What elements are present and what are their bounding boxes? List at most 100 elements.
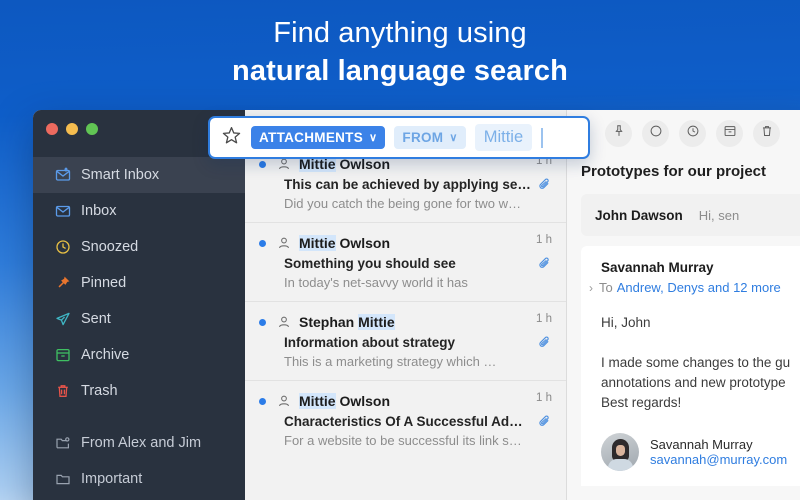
sender-highlight: Mittie bbox=[358, 314, 395, 330]
email-subject: Something you should see bbox=[284, 256, 456, 271]
email-snippet: Did you catch the being gone for two w… bbox=[284, 196, 522, 211]
clock-icon bbox=[55, 239, 81, 255]
pin-icon bbox=[612, 124, 626, 143]
search-token-label: ATTACHMENTS bbox=[259, 130, 364, 145]
snooze-clock-icon bbox=[686, 124, 700, 143]
chevron-down-icon[interactable]: ∨ bbox=[369, 131, 377, 144]
sidebar-folder-label: From Alex and Jim bbox=[81, 435, 202, 451]
timestamp: 1 h bbox=[536, 392, 552, 404]
send-icon bbox=[55, 311, 81, 327]
archive-icon bbox=[55, 347, 81, 363]
folder-search-icon bbox=[55, 435, 81, 451]
sidebar-item-label: Sent bbox=[81, 311, 111, 327]
sender-name: Stephan Mittie bbox=[299, 314, 395, 330]
attachment-icon bbox=[538, 335, 552, 354]
open-message: Savannah Murray › To Andrew, Denys and 1… bbox=[581, 246, 800, 486]
sidebar: Smart Inbox Inbox Snoozed Pinned Sent Ar… bbox=[33, 110, 245, 500]
message-sender: Savannah Murray bbox=[601, 260, 714, 275]
list-item[interactable]: Mittie Owlson 1 h Something you should s… bbox=[245, 223, 566, 302]
minimize-button[interactable] bbox=[66, 123, 78, 135]
chevron-right-icon[interactable]: › bbox=[589, 281, 593, 295]
sidebar-item-trash[interactable]: Trash bbox=[33, 373, 245, 409]
text-caret bbox=[541, 127, 543, 148]
attachment-icon bbox=[538, 256, 552, 275]
promo-headline: Find anything using natural language sea… bbox=[0, 14, 800, 90]
sidebar-item-label: Trash bbox=[81, 383, 118, 399]
sidebar-item-snoozed[interactable]: Snoozed bbox=[33, 229, 245, 265]
sidebar-item-label: Smart Inbox bbox=[81, 167, 160, 183]
sidebar-folder-label: Important bbox=[81, 471, 143, 487]
message-body-line: annotations and new prototype bbox=[601, 375, 786, 390]
sender-rest: Owlson bbox=[335, 235, 391, 251]
sidebar-item-label: Snoozed bbox=[81, 239, 139, 255]
trash-icon bbox=[760, 124, 774, 143]
unread-dot bbox=[259, 239, 266, 247]
trash-icon bbox=[55, 383, 81, 399]
headline-line-1: Find anything using bbox=[273, 17, 527, 49]
list-item[interactable]: Stephan Mittie 1 h Information about str… bbox=[245, 302, 566, 381]
message-body-line: Best regards! bbox=[601, 395, 682, 410]
attachment-icon bbox=[538, 414, 552, 433]
message-body-line: Hi, John bbox=[601, 315, 651, 330]
recipients-list[interactable]: Andrew, Denys and 12 more bbox=[617, 280, 781, 295]
sender-rest: Stephan bbox=[299, 314, 359, 330]
sender-rest: Owlson bbox=[335, 393, 391, 409]
zoom-button[interactable] bbox=[86, 123, 98, 135]
to-label: To bbox=[599, 280, 613, 295]
collapsed-sender: John Dawson bbox=[595, 207, 683, 223]
sender-name: Mittie Owlson bbox=[299, 235, 390, 251]
sidebar-divider bbox=[33, 409, 245, 425]
search-bar[interactable]: ATTACHMENTS ∨ FROM ∨ Mittie bbox=[208, 116, 590, 159]
message-body-line: I made some changes to the gu bbox=[601, 355, 791, 370]
sender-highlight: Mittie bbox=[299, 235, 336, 251]
avatar bbox=[601, 433, 639, 471]
email-snippet: This is a marketing strategy which … bbox=[284, 354, 497, 369]
sidebar-item-label: Archive bbox=[81, 347, 130, 363]
sidebar-item-important[interactable]: Important bbox=[33, 461, 245, 497]
message-list-pane: All results 5 Mittie Owlson bbox=[245, 110, 567, 500]
signature-name: Savannah Murray bbox=[650, 437, 753, 452]
sender-name: Mittie Owlson bbox=[299, 393, 390, 409]
contact-icon bbox=[277, 315, 293, 329]
close-button[interactable] bbox=[46, 123, 58, 135]
search-token-from[interactable]: FROM ∨ bbox=[394, 126, 466, 149]
chevron-down-icon[interactable]: ∨ bbox=[449, 131, 457, 144]
delete-button[interactable] bbox=[753, 120, 780, 147]
snooze-button[interactable] bbox=[679, 120, 706, 147]
signature-email[interactable]: savannah@murray.com bbox=[650, 452, 787, 467]
mark-unread-icon bbox=[649, 124, 663, 143]
app-window: Smart Inbox Inbox Snoozed Pinned Sent Ar… bbox=[33, 110, 800, 500]
archive-icon bbox=[723, 124, 737, 143]
search-token-attachments[interactable]: ATTACHMENTS ∨ bbox=[251, 126, 386, 149]
pin-icon bbox=[55, 275, 81, 291]
sidebar-item-inbox[interactable]: Inbox bbox=[33, 193, 245, 229]
mark-unread-button[interactable] bbox=[642, 120, 669, 147]
pin-button[interactable] bbox=[605, 120, 632, 147]
sidebar-item-sent[interactable]: Sent bbox=[33, 301, 245, 337]
search-token-label: FROM bbox=[402, 130, 444, 145]
collapsed-message[interactable]: John Dawson Hi, sen bbox=[581, 194, 800, 236]
star-icon[interactable] bbox=[221, 125, 242, 151]
folder-icon bbox=[55, 471, 81, 487]
archive-button[interactable] bbox=[716, 120, 743, 147]
unread-dot bbox=[259, 318, 266, 326]
timestamp: 1 h bbox=[536, 234, 552, 246]
sidebar-item-label: Inbox bbox=[81, 203, 117, 219]
sidebar-item-archive[interactable]: Archive bbox=[33, 337, 245, 373]
search-input[interactable]: Mittie bbox=[474, 124, 533, 151]
unread-dot bbox=[259, 397, 266, 405]
sidebar-item-from-alex-and-jim[interactable]: From Alex and Jim bbox=[33, 425, 245, 461]
collapsed-preview: Hi, sen bbox=[698, 207, 740, 223]
unread-dot bbox=[259, 160, 266, 168]
inbox-icon bbox=[55, 203, 81, 219]
contact-icon bbox=[277, 157, 293, 171]
sender-highlight: Mittie bbox=[299, 393, 336, 409]
sidebar-item-pinned[interactable]: Pinned bbox=[33, 265, 245, 301]
list-item[interactable]: Mittie Owlson 1 h Characteristics Of A S… bbox=[245, 381, 566, 460]
email-snippet: For a website to be successful its link … bbox=[284, 433, 522, 448]
smart-inbox-icon bbox=[55, 167, 81, 183]
contact-icon bbox=[277, 236, 293, 250]
recipients-line[interactable]: › To Andrew, Denys and 12 more bbox=[589, 280, 800, 295]
sidebar-item-smart-inbox[interactable]: Smart Inbox bbox=[33, 157, 245, 193]
signature-block: Savannah Murray savannah@murray.com bbox=[601, 433, 800, 471]
